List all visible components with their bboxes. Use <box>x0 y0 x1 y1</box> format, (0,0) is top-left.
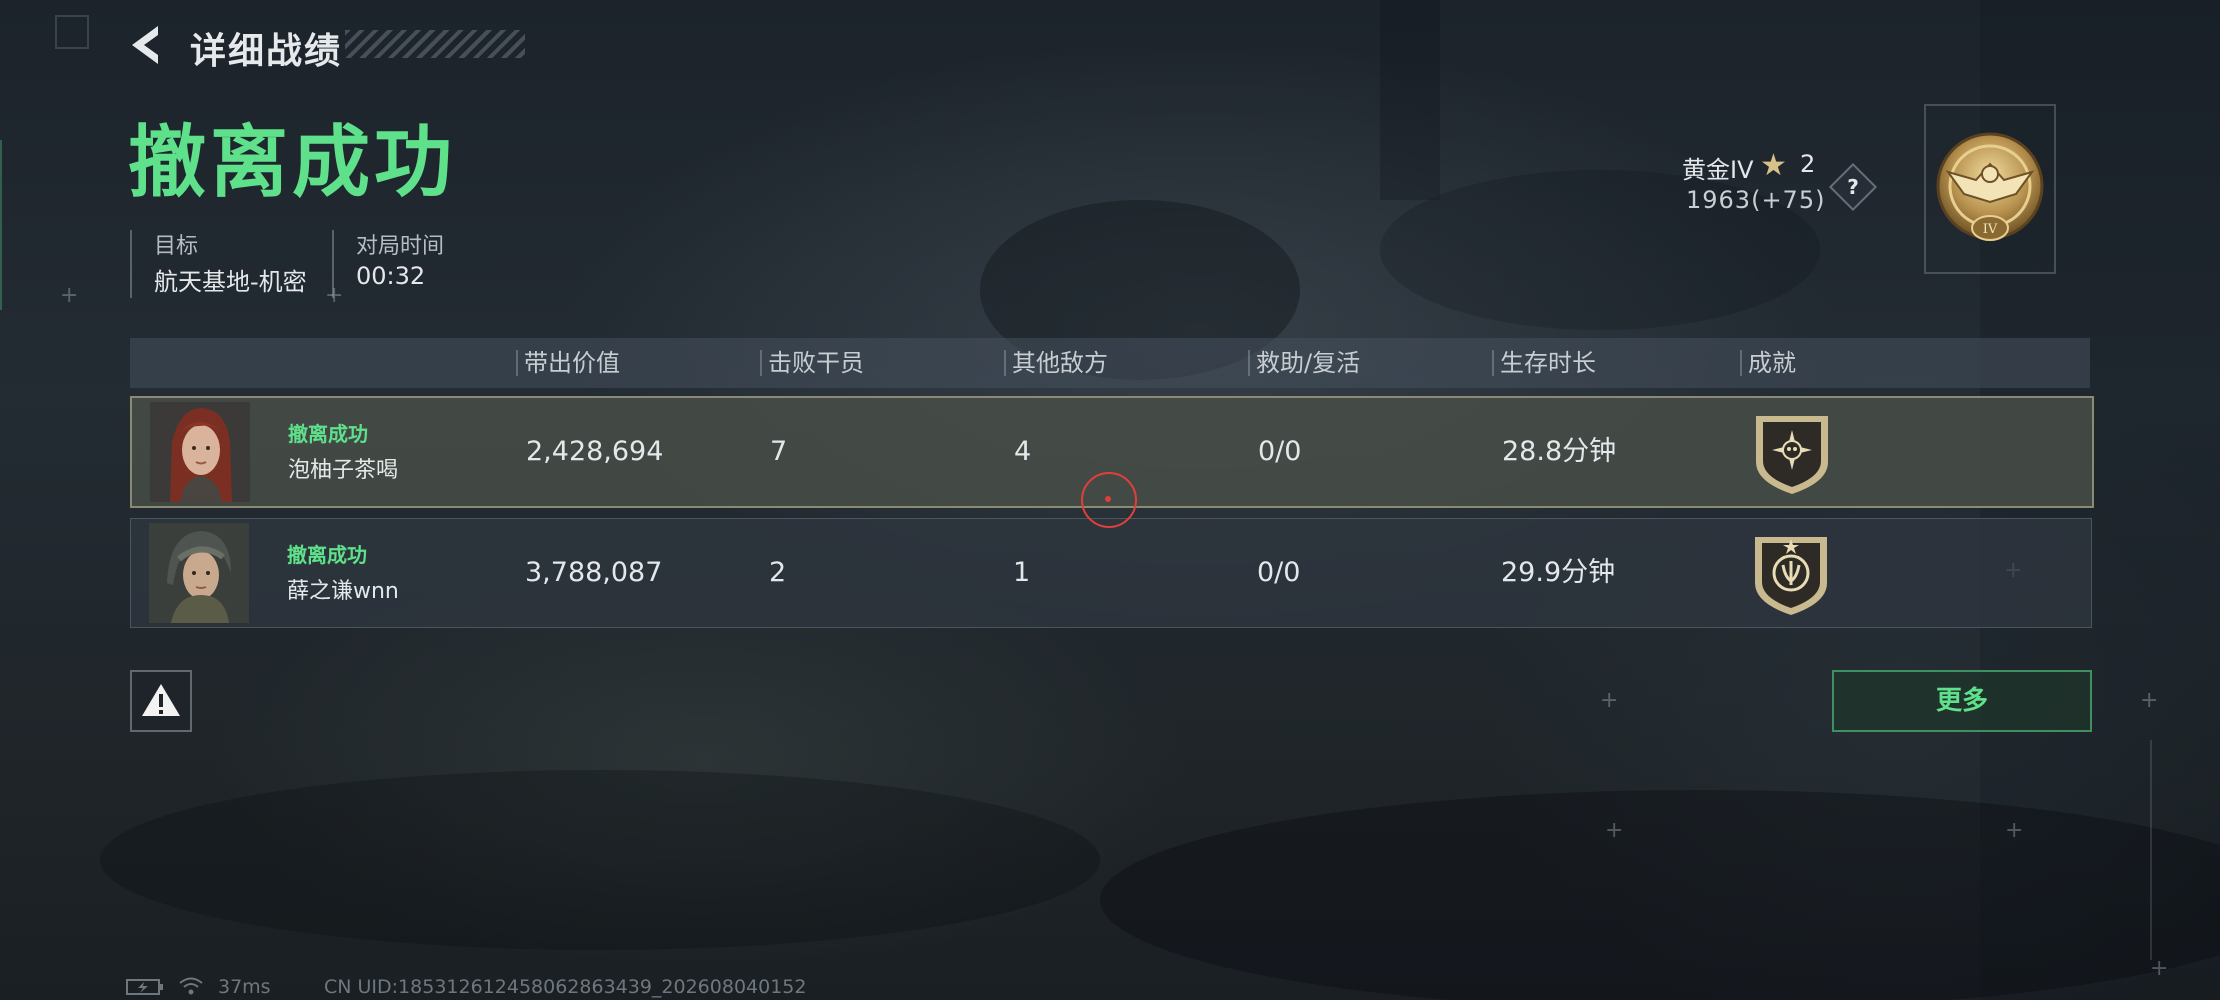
rank-stars: 2 <box>1800 150 1816 178</box>
player-status: 撤离成功 <box>287 543 367 567</box>
survival-time: 29.9分钟 <box>1501 557 1616 588</box>
left-edge-line <box>0 140 2 310</box>
column-header: 带出价值 <box>516 338 620 388</box>
assist-revive: 0/0 <box>1258 436 1302 467</box>
header-stripes <box>345 30 525 58</box>
help-button[interactable]: ? <box>1828 162 1878 212</box>
warning-icon <box>142 684 180 716</box>
crosshair-mark: + <box>2140 688 2159 713</box>
column-header: 击败干员 <box>760 338 864 388</box>
column-header: 救助/复活 <box>1247 338 1360 388</box>
player-name: 泡柚子茶喝 <box>288 458 399 483</box>
achievement-badge[interactable] <box>1750 412 1834 496</box>
info-time-value: 00:32 <box>356 262 426 290</box>
back-arrow-icon <box>132 26 158 64</box>
result-title: 撤离成功 <box>128 118 457 208</box>
other-enemies: 4 <box>1014 436 1032 467</box>
star-icon: ★ <box>1760 148 1787 183</box>
skull-shield-icon <box>1756 416 1828 494</box>
rank-badge[interactable]: IV <box>1924 104 2056 274</box>
report-button[interactable] <box>130 670 192 732</box>
crosshair-mark: + <box>1605 818 1624 843</box>
back-button[interactable] <box>128 22 168 68</box>
column-header: 其他敌方 <box>1004 338 1108 388</box>
player-name: 薛之谦wnn <box>287 579 399 604</box>
battery-icon <box>126 979 163 995</box>
table-header: 带出价值 击败干员 其他敌方 救助/复活 生存时长 成就 <box>130 338 2090 388</box>
eagle-medal-icon: IV <box>1936 132 2044 241</box>
rank-score: 1963(+75) <box>1686 186 1826 214</box>
player-status: 撤离成功 <box>288 422 368 446</box>
help-icon: ? <box>1847 175 1859 199</box>
avatar <box>150 402 250 502</box>
info-target-label: 目标 <box>154 234 199 259</box>
right-edge-line <box>2150 740 2152 960</box>
info-target-value: 航天基地-机密 <box>154 268 307 296</box>
table-row[interactable]: 撤离成功 薛之谦wnn 3,788,087 2 1 0/0 29.9分钟 <box>130 518 2092 628</box>
crosshair-mark: + <box>325 283 344 308</box>
uid-text: CN UID:185312612458062863439_20260804015… <box>324 976 807 998</box>
crosshair-mark: + <box>2150 956 2169 981</box>
crosshair-mark: + <box>1600 688 1619 713</box>
extracted-value: 3,788,087 <box>525 557 663 588</box>
wifi-icon <box>179 977 203 995</box>
info-time-label: 对局时间 <box>356 234 445 259</box>
crosshair-mark: + <box>60 283 79 308</box>
assist-revive: 0/0 <box>1257 557 1301 588</box>
extracted-value: 2,428,694 <box>526 436 664 467</box>
operator-kills: 2 <box>769 557 787 588</box>
ping-text: 37ms <box>218 976 271 998</box>
laurel-shield-icon <box>1755 537 1827 615</box>
crosshair-mark: + <box>2005 818 2024 843</box>
more-button[interactable]: 更多 <box>1832 670 2092 732</box>
touch-indicator-dot <box>1105 496 1111 502</box>
column-header: 生存时长 <box>1492 338 1596 388</box>
rank-badge-numeral: IV <box>1983 222 1998 237</box>
page-title: 详细战绩 <box>190 31 343 72</box>
rank-name: 黄金IV <box>1682 156 1754 184</box>
column-header: 成就 <box>1740 338 1796 388</box>
other-enemies: 1 <box>1013 557 1031 588</box>
operator-kills: 7 <box>770 436 788 467</box>
corner-mark <box>55 15 89 49</box>
survival-time: 28.8分钟 <box>1502 436 1617 467</box>
avatar <box>149 523 249 623</box>
achievement-badge[interactable] <box>1749 533 1833 617</box>
